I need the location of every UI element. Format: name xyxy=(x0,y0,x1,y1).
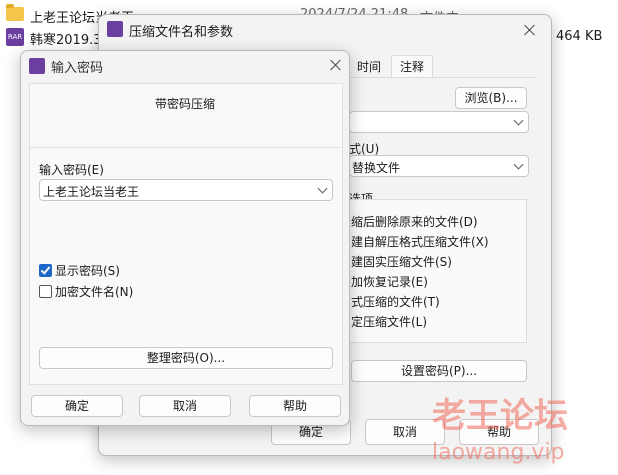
winrar-icon xyxy=(29,58,45,74)
file-size: 464 KB xyxy=(556,29,603,44)
password-panel xyxy=(29,83,343,385)
watermark-url: laowang.vip xyxy=(432,440,565,465)
cancel-button[interactable]: 取消 xyxy=(139,395,231,417)
password-dialog-title: 输入密码 xyxy=(51,61,104,76)
option-recovery[interactable]: 加恢复记录(E) xyxy=(351,273,428,290)
archive-name-combo[interactable] xyxy=(349,111,529,133)
chevron-down-icon xyxy=(317,183,328,194)
update-mode-select[interactable]: 替换文件 xyxy=(349,155,529,177)
option-solid[interactable]: 建固实压缩文件(S) xyxy=(351,253,452,270)
watermark-text: 老王论坛 xyxy=(432,396,568,436)
folder-icon xyxy=(6,4,24,21)
tab-comment[interactable]: 注释 xyxy=(391,55,433,78)
password-heading: 带密码压缩 xyxy=(154,97,215,111)
password-input[interactable]: 上老王论坛当老王 xyxy=(39,179,333,201)
tab-time[interactable]: 时间 xyxy=(349,57,389,77)
password-dialog: 输入密码 带密码压缩 输入密码(E) 上老王论坛当老王 显示密码(S) 加密文件… xyxy=(20,50,350,426)
option-lock[interactable]: 定压缩文件(L) xyxy=(351,313,427,330)
organize-passwords-button[interactable]: 整理密码(O)... xyxy=(39,347,333,369)
rar-icon: RAR xyxy=(6,28,24,46)
show-password-label[interactable]: 显示密码(S) xyxy=(55,262,120,279)
set-password-button[interactable]: 设置密码(P)... xyxy=(351,360,527,382)
archive-dialog-title: 压缩文件名和参数 xyxy=(129,25,234,40)
password-label: 输入密码(E) xyxy=(39,163,104,177)
password-value: 上老王论坛当老王 xyxy=(43,185,140,199)
winrar-icon xyxy=(107,21,123,37)
divider xyxy=(29,147,341,148)
tab-divider xyxy=(349,77,537,78)
option-sfx[interactable]: 建自解压格式压缩文件(X) xyxy=(351,233,489,250)
close-icon[interactable] xyxy=(523,23,537,37)
ok-button[interactable]: 确定 xyxy=(31,395,123,417)
browse-button[interactable]: 浏览(B)... xyxy=(455,87,527,109)
encrypt-names-label[interactable]: 加密文件名(N) xyxy=(55,283,133,300)
chevron-down-icon xyxy=(513,115,524,126)
close-icon[interactable] xyxy=(329,58,343,72)
encrypt-names-checkbox[interactable] xyxy=(39,285,52,298)
option-test[interactable]: 式压缩的文件(T) xyxy=(351,293,440,310)
update-mode-value: 替换文件 xyxy=(352,161,401,175)
chevron-down-icon xyxy=(513,159,524,170)
option-delete-after[interactable]: 缩后删除原来的文件(D) xyxy=(351,213,478,230)
help-button[interactable]: 帮助 xyxy=(249,395,341,417)
show-password-checkbox[interactable] xyxy=(39,264,52,277)
